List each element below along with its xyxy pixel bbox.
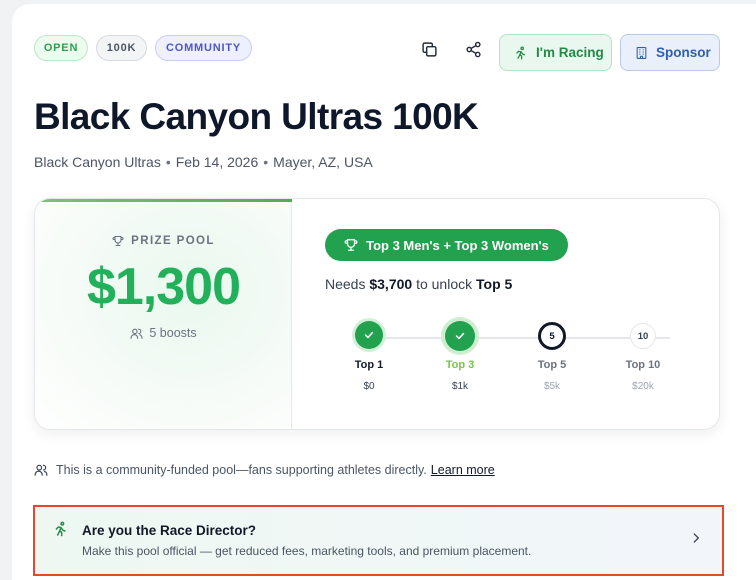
tier-value: $0 (363, 381, 375, 392)
tier-node-top5: 5 (538, 322, 566, 350)
tier-label: Top 10 (625, 359, 661, 371)
check-icon (455, 332, 465, 340)
prize-pool-label: PRIZE POOL (35, 235, 292, 247)
prize-pool-panel: PRIZE POOL $1,300 5 boosts Top 3 Men's +… (34, 198, 720, 430)
chevron-right-icon (693, 533, 699, 543)
tier-value: $5k (543, 381, 561, 392)
tier-label: Top 1 (354, 359, 384, 371)
trophy-icon (344, 239, 358, 251)
prize-pool-summary: PRIZE POOL $1,300 5 boosts (35, 199, 292, 429)
tier-value: $20k (632, 381, 654, 392)
prize-pool-label-text: PRIZE POOL (131, 235, 215, 247)
needs-amount: $3,700 (369, 276, 413, 292)
panel-accent-bar (35, 199, 292, 202)
community-badge: COMMUNITY (155, 35, 252, 61)
tier-value: $1k (451, 381, 469, 392)
sponsor-button[interactable]: Sponsor (620, 34, 720, 71)
tier-label: Top 5 (537, 359, 567, 371)
boost-count-text: 5 boosts (149, 326, 197, 340)
community-note: This is a community-funded pool—fans sup… (34, 463, 495, 477)
needs-middle: to unlock (416, 276, 473, 292)
runner-icon (516, 46, 526, 59)
race-location: Mayer, AZ, USA (273, 154, 373, 170)
boost-count: 5 boosts (35, 326, 292, 340)
status-badge-open: OPEN (34, 35, 88, 61)
copy-icon (421, 41, 437, 57)
copy-button[interactable] (419, 39, 439, 59)
share-icon (465, 41, 481, 57)
unlock-requirement: Needs $3,700 to unlock Top 5 (325, 276, 512, 292)
learn-more-link[interactable]: Learn more (431, 463, 495, 477)
check-icon (364, 331, 374, 339)
race-director-title: Are you the Race Director? (82, 523, 257, 538)
tier-node-top3 (445, 321, 475, 351)
trophy-icon (112, 235, 124, 247)
tier-label: Top 3 (445, 359, 475, 371)
im-racing-button[interactable]: I'm Racing (499, 34, 612, 71)
community-note-text: This is a community-funded pool—fans sup… (56, 463, 427, 477)
separator-dot: • (165, 154, 171, 170)
users-icon (34, 464, 48, 476)
page-title: Black Canyon Ultras 100K (34, 96, 479, 137)
tier-node-top1 (355, 321, 383, 349)
needs-prefix: Needs (325, 276, 366, 292)
race-director-subtitle: Make this pool official — get reduced fe… (82, 544, 532, 558)
race-director-callout[interactable]: Are you the Race Director? Make this poo… (33, 505, 724, 576)
race-meta: Black Canyon Ultras • Feb 14, 2026 • Mayer, … (34, 154, 373, 170)
users-icon (130, 328, 143, 339)
race-date: Feb 14, 2026 (175, 154, 259, 170)
separator-dot: • (263, 154, 269, 170)
needs-target: Top 5 (476, 276, 513, 292)
share-button[interactable] (463, 39, 483, 59)
runner-icon (55, 521, 66, 537)
tier-node-top10: 10 (630, 323, 656, 349)
sponsor-label: Sponsor (656, 45, 711, 60)
current-tier-badge: Top 3 Men's + Top 3 Women's (325, 229, 568, 261)
distance-badge: 100K (96, 35, 147, 61)
building-icon (636, 46, 647, 59)
organizer-name: Black Canyon Ultras (34, 154, 161, 170)
im-racing-label: I'm Racing (536, 45, 604, 60)
prize-pool-amount: $1,300 (86, 258, 241, 316)
current-tier-text: Top 3 Men's + Top 3 Women's (366, 237, 549, 253)
tier-progress-track (360, 337, 670, 339)
